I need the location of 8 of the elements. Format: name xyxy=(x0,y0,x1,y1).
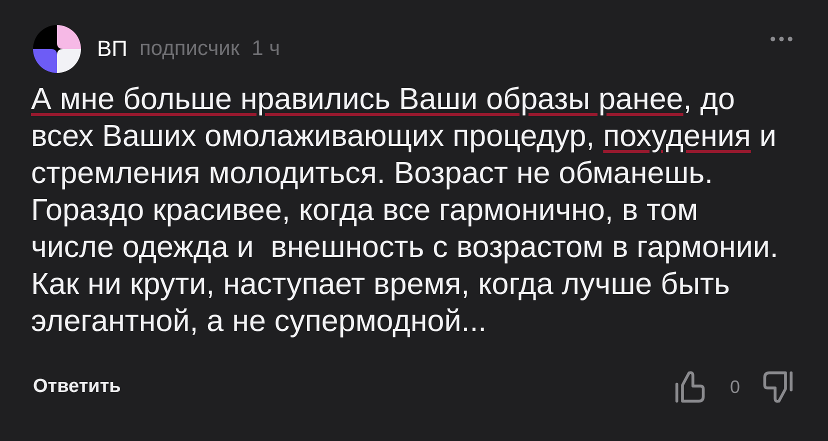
reply-button[interactable]: Ответить xyxy=(33,376,121,398)
like-count: 0 xyxy=(730,376,740,398)
avatar-icon[interactable] xyxy=(33,25,81,73)
comment-time: 1 ч xyxy=(252,37,280,61)
more-icon[interactable] xyxy=(770,36,793,42)
author-name[interactable]: ВП xyxy=(97,36,128,62)
comment-text: А мне больше нравились Ваши образы ранее, до всех Ваших омолаживающих процедур, похудения и стремления молодиться. Возраст не обманешь. Гораздо красивее, когда все гармонично, в том числе одежда и внешность с возрастом в гармонии. Как ни крути, наступает время, когда лучше быть элегантной, а не супермодной... xyxy=(31,81,780,340)
author-role: подписчик xyxy=(140,37,240,61)
